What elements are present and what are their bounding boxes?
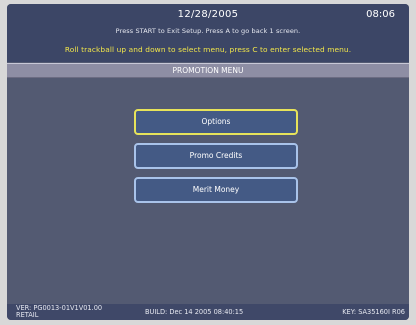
date-display: 12/28/2005 xyxy=(177,9,239,20)
help-text: Press START to Exit Setup. Press A to go… xyxy=(115,27,301,35)
options-button[interactable]: Options xyxy=(134,109,298,135)
edition-line: RETAIL xyxy=(16,311,39,319)
build-info: BUILD: Dec 14 2005 08:40:15 xyxy=(145,308,244,316)
menu-title: PROMOTION MENU xyxy=(7,63,409,78)
footer-bar: VER: PG0013-01V1V01.00 RETAIL BUILD: Dec… xyxy=(7,304,409,320)
time-display: 08:06 xyxy=(366,9,395,20)
header-bar: 12/28/2005 08:06 Press START to Exit Set… xyxy=(7,4,409,62)
version-info: VER: PG0013-01V1V01.00 RETAIL xyxy=(16,305,102,319)
instruction-text: Roll trackball up and down to select men… xyxy=(64,45,352,54)
setup-screen: 12/28/2005 08:06 Press START to Exit Set… xyxy=(7,4,409,320)
merit-money-button[interactable]: Merit Money xyxy=(134,177,298,203)
promo-credits-button[interactable]: Promo Credits xyxy=(134,143,298,169)
key-info: KEY: SA35160I R06 xyxy=(342,308,405,316)
